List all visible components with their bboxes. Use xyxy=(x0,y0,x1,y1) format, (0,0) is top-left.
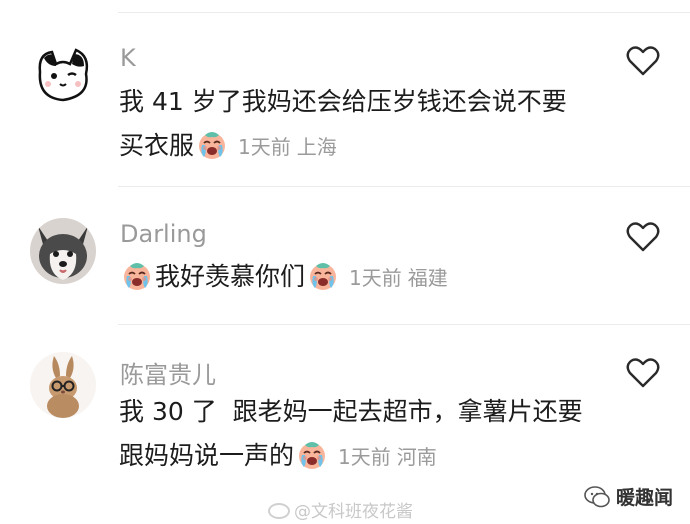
comment-meta: 1天前 上海 xyxy=(238,135,343,159)
comment-text: 我好羡慕你们 1天前 福建 xyxy=(119,255,609,300)
husky-dog-icon xyxy=(30,218,96,284)
rabbit-glasses-icon xyxy=(30,352,96,418)
comment-text-fragment: 买衣服 xyxy=(119,131,195,160)
comment-text-line: 我 30 了 跟老妈一起去超市，拿薯片还要 xyxy=(119,397,583,426)
crying-emoji-icon xyxy=(121,260,153,292)
timestamp: 1天前 xyxy=(237,135,291,159)
timestamp: 1天前 xyxy=(348,266,402,290)
username[interactable]: Darling xyxy=(120,220,207,248)
comment-text-fragment: 跟妈妈说一声的 xyxy=(119,441,295,470)
weibo-icon xyxy=(268,503,290,519)
cartoon-cat-icon xyxy=(30,42,96,108)
comment-text-line-2: 跟妈妈说一声的 1天前 河南 xyxy=(119,434,609,479)
username[interactable]: 陈富贵儿 xyxy=(120,355,216,390)
location: 上海 xyxy=(296,135,337,159)
watermark-text: @文科班夜花酱 xyxy=(294,502,413,522)
location: 河南 xyxy=(396,445,437,469)
watermark: @文科班夜花酱 xyxy=(268,497,413,522)
comment-divider xyxy=(118,186,690,187)
avatar[interactable] xyxy=(30,42,96,108)
comment-meta: 1天前 河南 xyxy=(338,445,443,469)
comment-text-fragment: 我好羡慕你们 xyxy=(155,262,306,291)
heart-icon[interactable] xyxy=(626,46,660,76)
comment-divider xyxy=(118,324,690,325)
wechat-icon xyxy=(584,485,610,507)
comment-text-line: 我好羡慕你们 1天前 福建 xyxy=(119,255,609,300)
comment-text: 我 30 了 跟老妈一起去超市，拿薯片还要 跟妈妈说一声的 1天前 河南 xyxy=(119,390,609,479)
avatar[interactable] xyxy=(30,218,96,284)
timestamp: 1天前 xyxy=(337,445,391,469)
brand-label: 暖趣闻 xyxy=(616,487,674,509)
crying-emoji-icon xyxy=(296,439,328,471)
crying-emoji-icon xyxy=(196,129,228,161)
top-divider xyxy=(118,12,690,13)
comment-text-line: 我 41 岁了我妈还会给压岁钱还会说不要 xyxy=(119,87,567,116)
comment-text-line-2: 买衣服 1天前 上海 xyxy=(119,124,609,169)
heart-icon[interactable] xyxy=(626,222,660,252)
heart-icon[interactable] xyxy=(626,358,660,388)
location: 福建 xyxy=(407,266,448,290)
comment-text: 我 41 岁了我妈还会给压岁钱还会说不要 买衣服 1天前 上海 xyxy=(119,80,609,169)
crying-emoji-icon xyxy=(307,260,339,292)
avatar[interactable] xyxy=(30,352,96,418)
username[interactable]: K xyxy=(120,44,136,72)
brand-badge: 暖趣闻 xyxy=(584,483,673,510)
comment-meta: 1天前 福建 xyxy=(349,266,454,290)
